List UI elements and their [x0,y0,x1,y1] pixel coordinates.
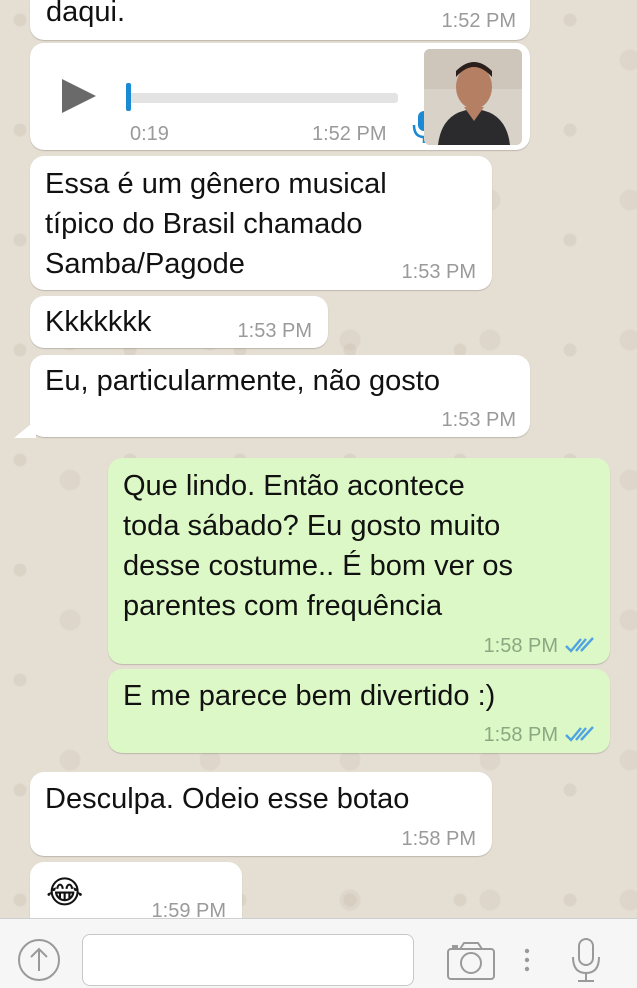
message-time: 1:53 PM [237,320,312,342]
message-bubble-incoming[interactable]: Essa é um gênero musical típico do Brasi… [30,156,492,290]
message-time: 1:53 PM [401,261,476,283]
bubble-tail [14,420,36,438]
message-text: Que lindo. Então acontece toda sábado? E… [123,470,514,622]
message-bubble-incoming[interactable]: daqui. 1:52 PM [30,0,530,40]
message-bubble-outgoing[interactable]: E me parece bem divertido :) 1:58 PM [108,669,610,753]
microphone-icon[interactable] [570,937,602,985]
read-receipt-icon [565,637,594,653]
play-button[interactable] [62,79,96,113]
emoji-message: 😂 [46,873,84,911]
message-text-input[interactable] [82,934,414,986]
attach-button[interactable] [18,939,60,981]
message-time: 1:58 PM [483,635,558,657]
message-bubble-incoming[interactable]: Eu, particularmente, não gosto 1:53 PM [30,355,530,437]
message-text: Desculpa. Odeio esse botao [45,783,410,815]
audio-progress-track[interactable] [128,93,398,103]
message-text: E me parece bem divertido :) [123,680,496,712]
message-bubble-incoming[interactable]: Kkkkkkk 1:53 PM [30,296,328,348]
camera-icon[interactable] [446,941,496,981]
message-bubble-outgoing[interactable]: Que lindo. Então acontece toda sábado? E… [108,458,610,664]
more-options-icon[interactable] [522,947,532,975]
avatar-photo [424,49,522,145]
message-text: Kkkkkkk [45,306,152,338]
message-text: Essa é um gênero musical típico do Brasi… [45,168,387,280]
audio-duration: 0:19 [130,123,169,145]
arrow-up-icon [30,947,48,971]
message-time: 1:53 PM [441,409,516,431]
message-time: 1:58 PM [401,828,476,850]
message-text: daqui. [46,0,126,28]
read-receipt-icon [565,726,594,742]
audio-message-bubble[interactable]: 0:19 1:52 PM [30,43,530,150]
audio-progress-handle[interactable] [126,83,131,111]
message-text: Eu, particularmente, não gosto [45,365,440,397]
message-time: 1:58 PM [483,724,558,746]
sender-avatar[interactable] [424,49,522,145]
message-time: 1:59 PM [151,900,226,918]
message-input-bar [0,918,637,988]
message-time: 1:52 PM [312,123,387,145]
message-bubble-incoming[interactable]: 😂 1:59 PM [30,862,242,918]
message-time: 1:52 PM [441,10,516,32]
message-bubble-incoming[interactable]: Desculpa. Odeio esse botao 1:58 PM [30,772,492,856]
chat-area[interactable]: daqui. 1:52 PM 0:19 1:52 PM Essa é um gê [0,0,637,918]
